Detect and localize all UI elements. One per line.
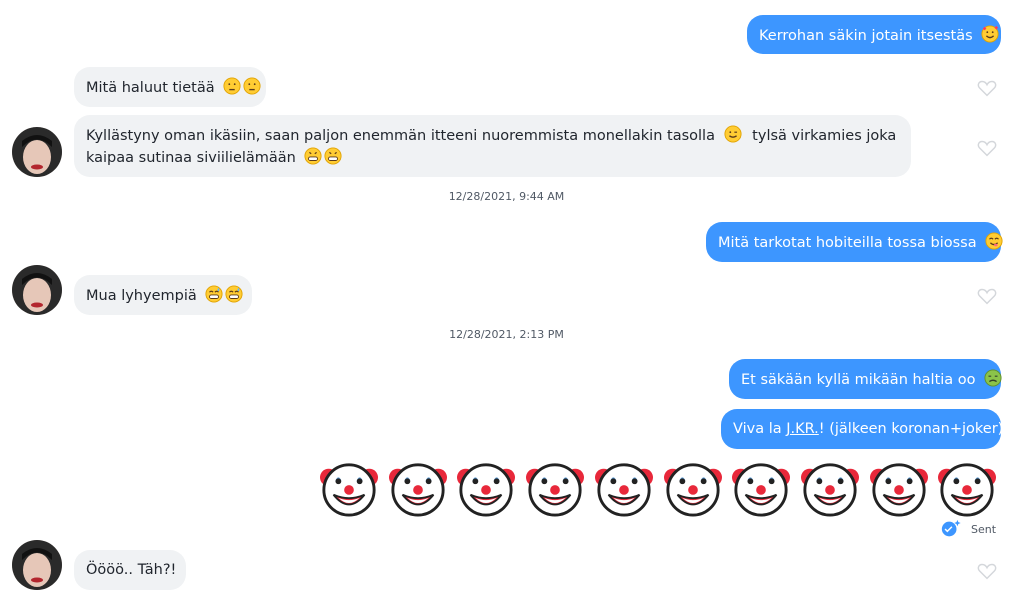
clown-face-emoji — [526, 463, 585, 517]
grinning-face-emoji — [324, 147, 343, 165]
clown-face-emoji — [869, 463, 928, 517]
outgoing-message[interactable]: Mitä tarkotat hobiteilla tossa biossa — [706, 222, 1003, 262]
sent-label: Sent — [971, 522, 997, 536]
clown-face-emoji — [388, 463, 447, 517]
message-text-line1b: tylsä virkamies joka — [752, 128, 897, 144]
incoming-message[interactable]: Öööö.. Täh?! — [74, 550, 186, 590]
avatar[interactable] — [12, 540, 62, 590]
like-heart-icon[interactable] — [977, 79, 997, 97]
incoming-message[interactable]: Mua lyhyempiä — [74, 275, 252, 315]
outgoing-message[interactable]: Kerrohan säkin jotain itsestäs — [747, 15, 1001, 54]
thinking-face-emoji — [223, 77, 241, 95]
message-text-line1: Kyllästyny oman ikäsiin, saan paljon ene… — [86, 128, 715, 144]
avatar[interactable] — [12, 127, 62, 177]
sent-status: Sent — [940, 519, 996, 539]
grinning-face-emoji — [304, 147, 323, 165]
clown-face-emoji — [457, 463, 516, 517]
winking-face-emoji — [724, 125, 742, 143]
avatar-image — [12, 540, 62, 590]
outgoing-message[interactable]: Viva la J.KR.! (jälkeen koronan+joker) — [721, 409, 1004, 449]
message-text: Mitä haluut tietää — [86, 80, 215, 96]
nauseated-face-emoji — [984, 369, 1002, 387]
like-heart-icon[interactable] — [977, 562, 997, 580]
message-text: Kerrohan säkin jotain itsestäs — [759, 28, 973, 44]
like-heart-icon[interactable] — [977, 139, 997, 157]
clown-face-emoji — [320, 463, 378, 517]
like-heart-icon[interactable] — [977, 287, 997, 305]
message-text: Et säkään kyllä mikään haltia oo — [741, 372, 976, 388]
avatar-image — [12, 127, 62, 177]
incoming-message[interactable]: Mitä haluut tietää — [74, 67, 266, 107]
avatar-image — [12, 265, 62, 315]
timestamp: 12/28/2021, 2:13 PM — [449, 328, 564, 341]
message-link[interactable]: J.KR. — [786, 421, 819, 437]
clown-face-emoji — [938, 463, 997, 517]
clown-face-emoji — [594, 463, 653, 517]
incoming-message[interactable]: Kyllästyny oman ikäsiin, saan paljon ene… — [74, 115, 911, 177]
message-text-line2: kaipaa sutinaa siviilielämään — [86, 150, 296, 166]
timestamp: 12/28/2021, 9:44 AM — [448, 190, 565, 203]
message-text: Mitä tarkotat hobiteilla tossa biossa — [718, 235, 977, 251]
clown-face-emoji — [732, 463, 791, 517]
clown-face-emoji — [663, 463, 722, 517]
smiling-face-with-hearts-emoji — [981, 25, 999, 43]
message-text-post: ! (jälkeen koronan+joker) — [818, 421, 1004, 437]
outgoing-message[interactable]: Et säkään kyllä mikään haltia oo — [729, 359, 1002, 399]
message-text: Mua lyhyempiä — [86, 288, 197, 304]
clown-face-emoji — [800, 463, 859, 517]
sent-check-icon — [941, 519, 961, 537]
message-text: Öööö.. Täh?! — [86, 562, 177, 578]
thinking-face-emoji — [243, 77, 261, 95]
message-text-pre: Viva la — [733, 421, 787, 437]
savoring-food-face-emoji — [985, 232, 1003, 250]
avatar[interactable] — [12, 265, 62, 315]
grinning-sweat-face-emoji — [205, 285, 223, 303]
grinning-sweat-face-emoji — [225, 285, 243, 303]
